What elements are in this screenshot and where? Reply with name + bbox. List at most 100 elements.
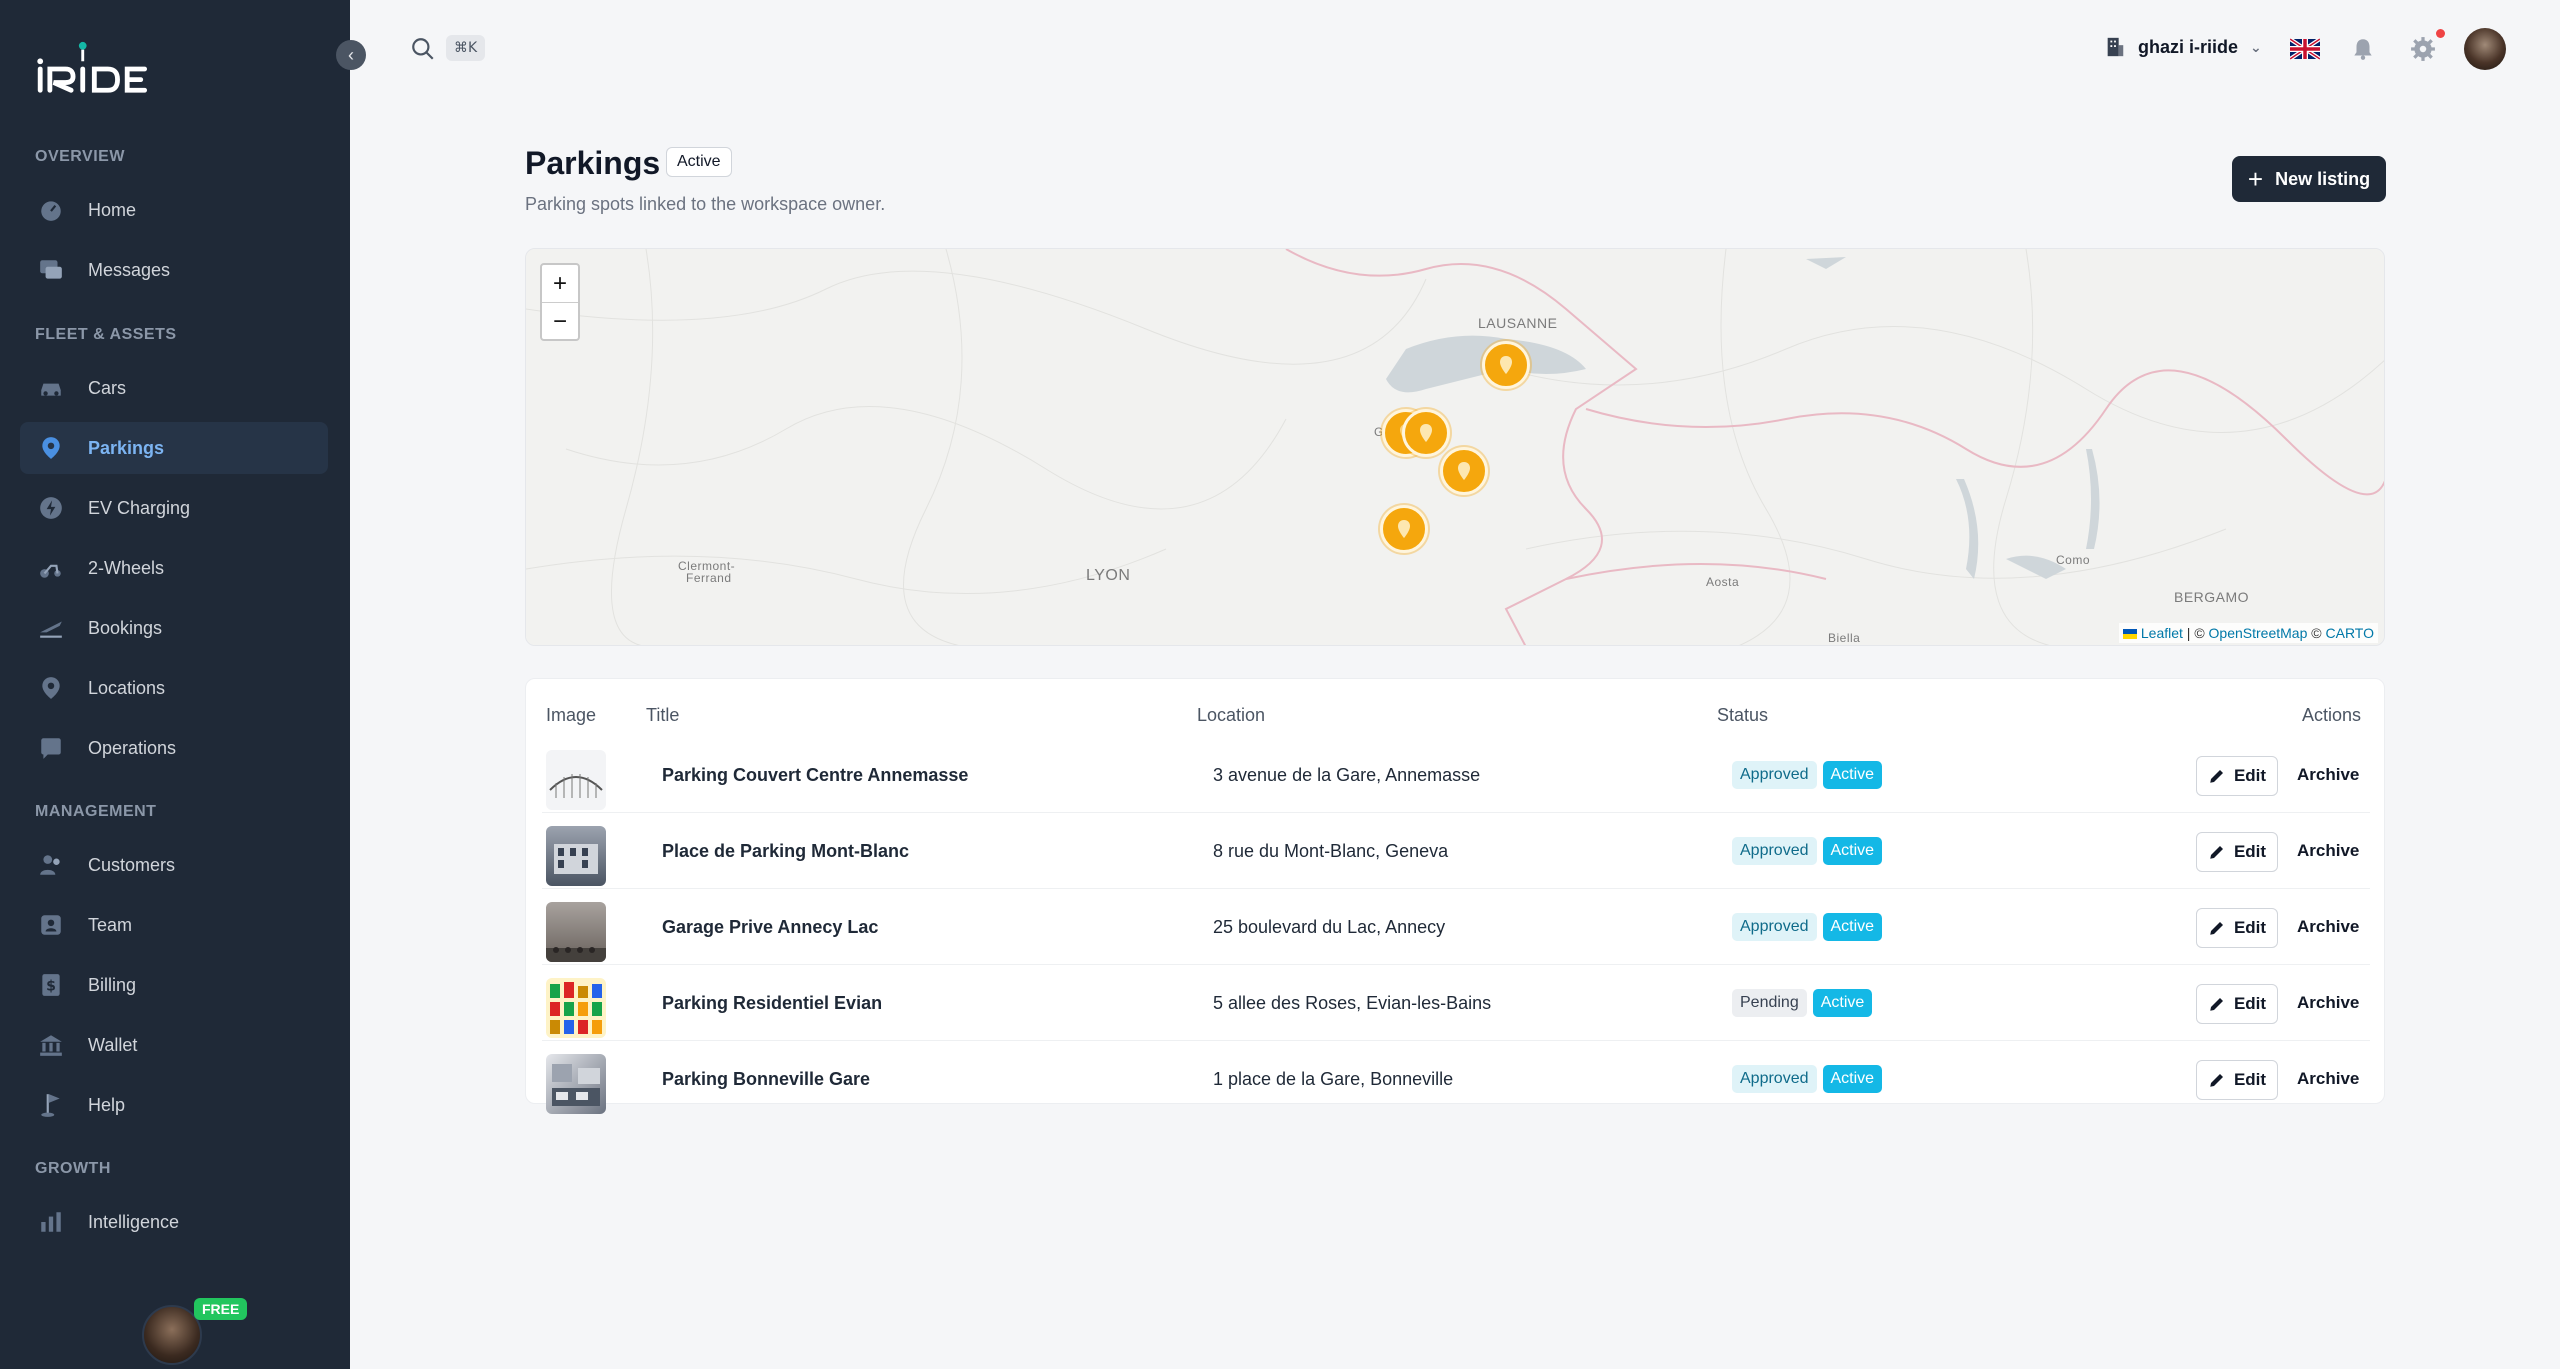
pencil-icon <box>2210 998 2223 1011</box>
user-avatar[interactable] <box>142 1305 202 1365</box>
sidebar-item-2-wheels[interactable]: 2-Wheels <box>20 542 328 594</box>
edit-button[interactable]: Edit <box>2196 908 2278 948</box>
archive-button[interactable]: Archive <box>2297 841 2359 861</box>
table-row: Parking Bonneville Gare 1 place de la Ga… <box>542 1041 2370 1117</box>
car-icon <box>38 375 64 401</box>
edit-label: Edit <box>2233 918 2267 937</box>
sidebar-item-bookings[interactable]: Bookings <box>20 602 328 654</box>
parking-location: 25 boulevard du Lac, Annecy <box>1213 917 1446 937</box>
chevron-down-icon: ⌄ <box>2250 38 2262 55</box>
map-attribution: Leaflet | © OpenStreetMap © CARTO <box>2118 623 2378 643</box>
active-badge: Active <box>1812 989 1873 1017</box>
search-shortcut[interactable]: ⌘K <box>446 35 486 61</box>
sidebar-item-label: Cars <box>88 377 127 398</box>
pencil-icon <box>2210 1074 2223 1087</box>
archive-button[interactable]: Archive <box>2297 765 2359 785</box>
plus-icon: + <box>2247 163 2264 194</box>
archive-button[interactable]: Archive <box>2297 917 2359 937</box>
parking-marker[interactable] <box>1402 409 1450 457</box>
parking-location: 3 avenue de la Gare, Annemasse <box>1213 765 1481 785</box>
sidebar-item-customers[interactable]: Customers <box>20 839 328 891</box>
parking-title: Place de Parking Mont-Blanc <box>662 841 910 861</box>
zoom-out-button[interactable]: − <box>542 302 578 339</box>
edit-label: Edit <box>2233 766 2267 785</box>
sidebar-item-wallet[interactable]: Wallet <box>20 1019 328 1071</box>
location-icon <box>38 675 64 701</box>
page-title: Parkings <box>525 145 661 181</box>
leaflet-link[interactable]: Leaflet <box>2141 625 2183 641</box>
parking-title: Parking Couvert Centre Annemasse <box>662 765 969 785</box>
sidebar-item-intelligence[interactable]: Intelligence <box>20 1196 328 1248</box>
lightning-icon <box>38 495 64 521</box>
sidebar-item-messages[interactable]: Messages <box>20 244 328 296</box>
section-label-fleet-assets: FLEET & ASSETS <box>35 326 177 343</box>
pencil-icon <box>2210 770 2223 783</box>
sidebar-item-team[interactable]: Team <box>20 899 328 951</box>
parking-marker[interactable] <box>1482 341 1530 389</box>
sidebar-item-label: Billing <box>88 974 137 995</box>
search-icon[interactable] <box>410 36 436 62</box>
bell-icon[interactable] <box>2350 36 2376 62</box>
map-label-como: Como <box>2056 553 2091 567</box>
sidebar-item-label: Messages <box>88 259 171 280</box>
edit-button[interactable]: Edit <box>2196 984 2278 1024</box>
sidebar-item-cars[interactable]: Cars <box>20 362 328 414</box>
archive-button[interactable]: Archive <box>2297 1069 2359 1089</box>
gear-icon[interactable] <box>2410 36 2436 62</box>
sidebar-item-home[interactable]: Home <box>20 184 328 236</box>
parking-title: Garage Prive Annecy Lac <box>662 917 879 937</box>
sidebar-item-label: Team <box>88 914 133 935</box>
parking-marker[interactable] <box>1440 447 1488 495</box>
uk-flag-icon[interactable] <box>2290 38 2320 60</box>
pencil-icon <box>2210 846 2223 859</box>
table-row: Parking Residentiel Evian 5 allee des Ro… <box>542 965 2370 1041</box>
parking-location: 8 rue du Mont-Blanc, Geneva <box>1213 841 1449 861</box>
column-header-location: Location <box>1197 705 1266 725</box>
edit-label: Edit <box>2233 842 2267 861</box>
map-pin-icon <box>1458 462 1470 480</box>
sidebar-item-billing[interactable]: $ Billing <box>20 959 328 1011</box>
sidebar-item-label: Customers <box>88 854 176 875</box>
plan-badge: FREE <box>194 1298 248 1320</box>
plane-icon <box>38 615 64 641</box>
active-badge: Active <box>1822 913 1883 941</box>
parkings-map[interactable]: + − LAUSANNE LYON Clermont- Ferrand Aost… <box>525 248 2385 646</box>
sidebar-item-parkings[interactable]: Parkings <box>20 422 328 474</box>
new-listing-button[interactable]: + New listing <box>2232 156 2386 202</box>
osm-link[interactable]: OpenStreetMap <box>2209 625 2308 641</box>
gauge-icon <box>38 197 64 223</box>
attribution-sep: © <box>2307 625 2326 641</box>
edit-label: Edit <box>2233 994 2267 1013</box>
status-badges: Pending Active <box>1732 989 1873 1017</box>
sidebar-item-ev-charging[interactable]: EV Charging <box>20 482 328 534</box>
sidebar-item-operations[interactable]: Operations <box>20 722 328 774</box>
profile-avatar[interactable] <box>2464 28 2506 70</box>
zoom-in-button[interactable]: + <box>542 265 578 302</box>
parking-thumbnail <box>546 1054 606 1114</box>
chat-icon <box>38 257 64 283</box>
carto-link[interactable]: CARTO <box>2326 625 2375 641</box>
column-header-status: Status <box>1717 705 1769 725</box>
workspace-switcher[interactable]: ghazi i-riide ⌄ <box>2104 36 2262 58</box>
iride-logo[interactable] <box>34 40 174 98</box>
sidebar-item-label: EV Charging <box>88 497 191 518</box>
parking-marker[interactable] <box>1380 505 1428 553</box>
sidebar-item-help[interactable]: Help <box>20 1079 328 1131</box>
status-badges: Approved Active <box>1732 1065 1883 1093</box>
sidebar-item-label: Operations <box>88 737 177 758</box>
parkings-table: Image Title Location Status Actions Park… <box>525 678 2385 1114</box>
bar-chart-icon <box>38 1209 64 1235</box>
edit-button[interactable]: Edit <box>2196 1060 2278 1100</box>
collapse-sidebar-button[interactable]: ‹ <box>336 40 366 70</box>
approval-badge: Approved <box>1732 1065 1817 1093</box>
edit-label: Edit <box>2233 1070 2267 1089</box>
users-icon <box>38 852 64 878</box>
edit-button[interactable]: Edit <box>2196 756 2278 796</box>
sidebar-item-locations[interactable]: Locations <box>20 662 328 714</box>
approval-badge: Approved <box>1732 913 1817 941</box>
sidebar: ‹ OVERVIEW Home Messages FLEET & ASSETS … <box>0 0 366 1369</box>
sidebar-item-label: Locations <box>88 677 166 698</box>
svg-text:$: $ <box>46 978 56 994</box>
edit-button[interactable]: Edit <box>2196 832 2278 872</box>
archive-button[interactable]: Archive <box>2297 993 2359 1013</box>
